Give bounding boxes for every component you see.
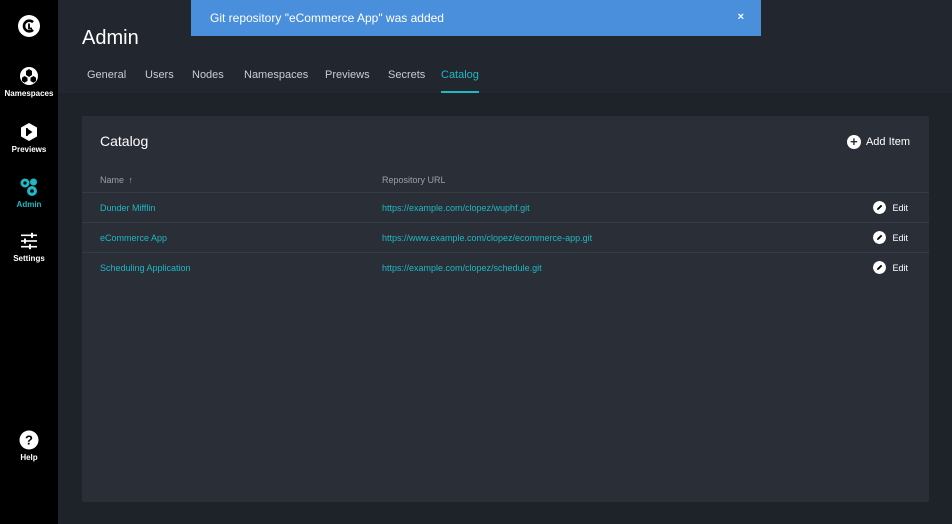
logo-c-icon[interactable]: [17, 14, 41, 38]
toast-notification: Git repository "eCommerce App" was added…: [191, 0, 761, 36]
pencil-icon: [873, 261, 887, 274]
tab-general[interactable]: General: [87, 69, 126, 91]
pencil-icon: [873, 231, 887, 244]
edit-button[interactable]: Edit: [873, 201, 908, 214]
help-icon: ?: [19, 430, 39, 450]
sidebar-item-label: Namespaces: [4, 89, 54, 98]
repo-url-link[interactable]: https://www.example.com/clopez/ecommerce…: [382, 233, 592, 243]
repo-url-link[interactable]: https://example.com/clopez/schedule.git: [382, 263, 542, 273]
tab-nodes[interactable]: Nodes: [192, 69, 224, 91]
repo-name-link[interactable]: Dunder Mifflin: [100, 203, 155, 213]
repo-name-link[interactable]: eCommerce App: [100, 233, 167, 243]
admin-icon: [20, 178, 37, 196]
sidebar-item-previews[interactable]: Previews: [0, 122, 58, 154]
tab-users[interactable]: Users: [145, 69, 174, 91]
repo-url-link[interactable]: https://example.com/clopez/wuphf.git: [382, 203, 530, 213]
edit-button[interactable]: Edit: [873, 261, 908, 274]
tab-catalog[interactable]: Catalog: [441, 69, 479, 93]
add-item-button[interactable]: + Add Item: [846, 134, 910, 150]
sort-arrow-up-icon: ↑: [128, 175, 134, 185]
column-header-name-label: Name: [100, 175, 125, 185]
repo-name-link[interactable]: Scheduling Application: [100, 263, 191, 273]
sidebar-item-settings[interactable]: Settings: [0, 231, 58, 263]
sidebar-item-help[interactable]: ? Help: [0, 430, 58, 462]
sliders-icon: [21, 232, 37, 250]
sidebar-item-label: Help: [20, 453, 38, 462]
table-row: eCommerce App https://www.example.com/cl…: [82, 222, 929, 253]
sidebar-item-label: Admin: [16, 200, 42, 209]
edit-label: Edit: [892, 262, 908, 273]
pencil-icon: [873, 201, 887, 214]
tab-secrets[interactable]: Secrets: [388, 69, 425, 91]
sidebar-item-label: Settings: [13, 254, 45, 263]
edit-label: Edit: [892, 232, 908, 243]
plus-circle-icon: +: [846, 135, 861, 149]
tab-previews[interactable]: Previews: [325, 69, 370, 91]
preview-icon: [21, 123, 37, 141]
edit-button[interactable]: Edit: [873, 231, 908, 244]
sidebar-item-admin[interactable]: Admin: [0, 177, 58, 209]
tab-namespaces[interactable]: Namespaces: [244, 69, 308, 91]
sidebar-item-label: Previews: [11, 145, 47, 154]
column-header-name[interactable]: Name ↑: [100, 175, 133, 185]
column-header-url: Repository URL: [382, 175, 446, 185]
svg-text:?: ?: [25, 433, 33, 448]
page-title: Admin: [82, 27, 139, 49]
catalog-card: Catalog + Add Item Name ↑ Repository URL…: [82, 116, 929, 502]
sidebar-item-namespaces[interactable]: Namespaces: [0, 66, 58, 98]
sidebar: Namespaces Previews Admin Settings ? Hel…: [0, 0, 58, 524]
edit-label: Edit: [892, 202, 908, 213]
add-item-label: Add Item: [865, 136, 910, 148]
toast-message: Git repository "eCommerce App" was added: [210, 11, 444, 25]
close-icon[interactable]: ×: [738, 11, 744, 23]
table-row: Scheduling Application https://example.c…: [82, 252, 929, 283]
cube-cluster-icon: [20, 67, 38, 85]
table-row: Dunder Mifflin https://example.com/clope…: [82, 192, 929, 223]
catalog-title: Catalog: [100, 133, 149, 149]
